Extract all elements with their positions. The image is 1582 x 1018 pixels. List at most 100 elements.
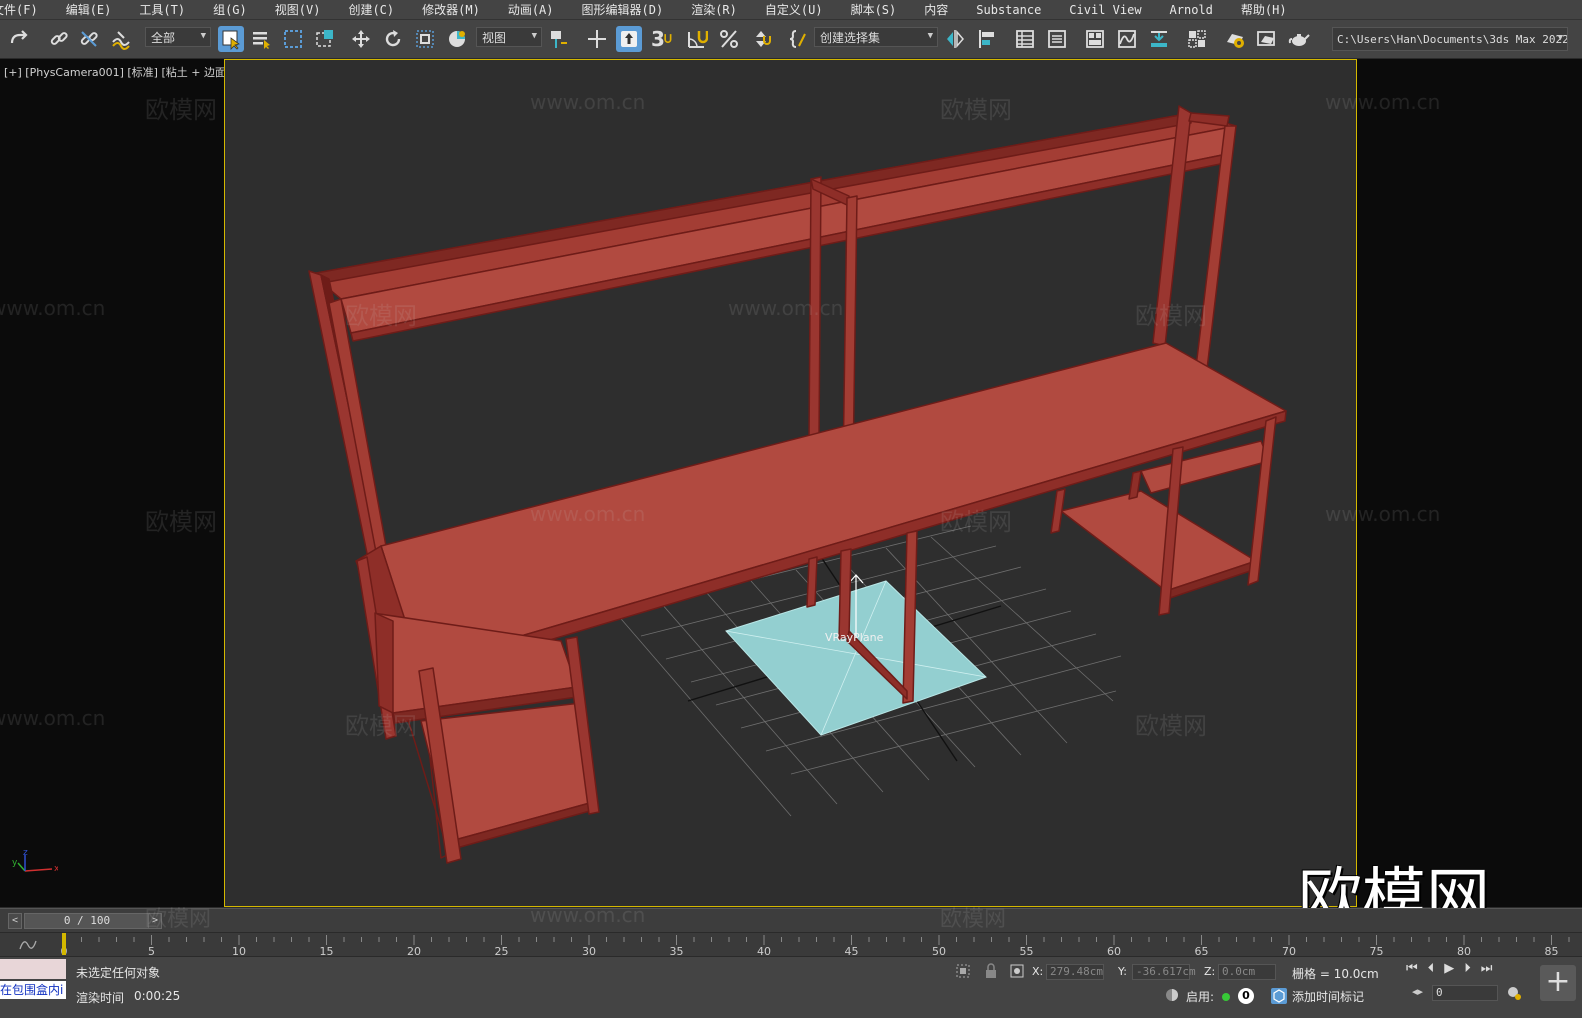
named-selection-dropdown[interactable]: 创建选择集 ▼: [814, 27, 938, 47]
y-coordinate-field[interactable]: -36.617cm: [1132, 964, 1196, 980]
menu-customize[interactable]: 自定义(U): [751, 1, 837, 18]
scene-canvas[interactable]: VRayPlane: [225, 60, 1357, 907]
add-time-tag[interactable]: 添加时间标记: [1292, 988, 1364, 1005]
redo-button[interactable]: [6, 26, 32, 52]
y-coordinate-label: Y:: [1118, 965, 1127, 978]
main-toolbar: 全部 ▼ 视图 ▼ 3 创建选择集 ▼ C:\Users\Han\Documen…: [0, 20, 1582, 59]
menu-graph-editors[interactable]: 图形编辑器(D): [568, 1, 678, 18]
menu-group[interactable]: 组(G): [199, 1, 261, 18]
adaptive-degradation-icon[interactable]: [1164, 987, 1180, 1003]
next-frame-button[interactable]: >: [148, 913, 162, 929]
window-crossing-icon: [316, 30, 333, 47]
menu-civil-view[interactable]: Civil View: [1055, 3, 1155, 17]
select-by-name-button[interactable]: [248, 26, 274, 52]
window-crossing-button[interactable]: [312, 26, 338, 52]
scale-button[interactable]: [412, 26, 438, 52]
time-cursor[interactable]: [62, 933, 66, 955]
go-to-end-icon[interactable]: ⏭: [1481, 961, 1503, 976]
time-slider[interactable]: 0 / 100: [24, 913, 150, 929]
lock-icon[interactable]: [983, 963, 999, 979]
rectangular-selection-button[interactable]: [280, 26, 306, 52]
chevron-down-icon: ▼: [531, 31, 537, 41]
previous-key-icon[interactable]: ⏴: [1428, 961, 1445, 976]
go-to-start-icon[interactable]: ⏮: [1406, 961, 1428, 976]
isolate-selection-icon[interactable]: [955, 963, 971, 979]
keyboard-shortcut-override-button[interactable]: [616, 26, 642, 52]
rotate-button[interactable]: [380, 26, 406, 52]
spinner-snap-button[interactable]: [748, 26, 774, 52]
align-button[interactable]: [974, 26, 1000, 52]
menu-create[interactable]: 创建(C): [334, 1, 408, 18]
unlink-button[interactable]: [76, 26, 102, 52]
desk-model[interactable]: [308, 105, 1287, 864]
select-manipulate-button[interactable]: [584, 26, 610, 52]
selection-status: 未选定任何对象: [76, 966, 161, 980]
edit-named-selection-button[interactable]: [786, 26, 812, 52]
toggle-ribbon-button[interactable]: [1082, 26, 1108, 52]
ribbon-icon: [1086, 30, 1104, 48]
toggle-layer-explorer-button[interactable]: [1044, 26, 1070, 52]
material-editor-button[interactable]: [1184, 26, 1210, 52]
menu-file[interactable]: 文件(F): [0, 1, 52, 18]
time-slider-frame: 0 / 100: [63, 914, 111, 927]
maxscript-mini-listener[interactable]: 在包围盒内i: [0, 981, 66, 999]
curve-editor-button[interactable]: [1114, 26, 1140, 52]
material-editor-icon: [1188, 30, 1206, 48]
table-icon: [1016, 30, 1034, 48]
menu-content[interactable]: 内容: [910, 1, 962, 18]
menu-arnold[interactable]: Arnold: [1156, 3, 1227, 17]
menu-rendering[interactable]: 渲染(R): [677, 1, 751, 18]
enable-count-badge[interactable]: 0: [1238, 988, 1254, 1004]
menu-scripting[interactable]: 脚本(S): [837, 1, 911, 18]
maxscript-listener-top[interactable]: [0, 959, 66, 979]
axis-z-label: z: [23, 849, 28, 858]
axis-x-label: x: [54, 864, 58, 874]
place-button[interactable]: [444, 26, 470, 52]
perspective-viewport[interactable]: VRayPlane: [224, 59, 1357, 907]
snaps-toggle-button[interactable]: 3: [650, 26, 676, 52]
toggle-scene-explorer-button[interactable]: [1012, 26, 1038, 52]
add-button[interactable]: +: [1540, 965, 1576, 1001]
project-path-dropdown[interactable]: C:\Users\Han\Documents\3ds Max 2022 ▼: [1332, 27, 1568, 51]
menu-edit[interactable]: 编辑(E): [52, 1, 126, 18]
percent-snap-button[interactable]: [716, 26, 742, 52]
grid-size-display: 栅格 = 10.0cm: [1292, 967, 1379, 981]
play-icon[interactable]: ▶: [1444, 961, 1464, 976]
menu-animation[interactable]: 动画(A): [494, 1, 568, 18]
move-button[interactable]: [348, 26, 374, 52]
unlink-icon: [80, 31, 98, 47]
track-bar[interactable]: 0510152025303540455055606570758085: [0, 932, 1582, 957]
bind-spacewarp-button[interactable]: [108, 26, 134, 52]
angle-snap-button[interactable]: [684, 26, 710, 52]
absolute-mode-icon[interactable]: [1009, 963, 1025, 979]
viewport-label[interactable]: [+] [PhysCamera001] [标准] [粘土 + 边面]: [4, 64, 230, 80]
menu-modifiers[interactable]: 修改器(M): [408, 1, 494, 18]
select-object-button[interactable]: [218, 26, 244, 52]
rendered-frame-window-button[interactable]: [1254, 26, 1280, 52]
link-button[interactable]: [46, 26, 72, 52]
z-coordinate-field[interactable]: 0.0cm: [1218, 964, 1276, 980]
plus-icon: +: [1545, 964, 1571, 999]
current-frame-field[interactable]: 0: [1432, 985, 1498, 1001]
mirror-button[interactable]: [942, 26, 968, 52]
menu-tools[interactable]: 工具(T): [125, 1, 199, 18]
enable-label: 启用:: [1186, 990, 1215, 1004]
pivot-center-button[interactable]: [546, 26, 572, 52]
percent-icon: [720, 30, 738, 48]
menu-substance[interactable]: Substance: [962, 3, 1055, 17]
menu-help[interactable]: 帮助(H): [1227, 1, 1301, 18]
key-mode-toggle-icon[interactable]: ◂▸: [1412, 985, 1423, 998]
redo-icon: [10, 30, 28, 44]
render-production-button[interactable]: [1286, 26, 1312, 52]
axis-y-label: y: [12, 858, 18, 868]
selection-filter-dropdown[interactable]: 全部 ▼: [145, 27, 211, 47]
next-key-icon[interactable]: ⏵: [1464, 961, 1481, 976]
x-coordinate-field[interactable]: 279.48cm: [1046, 964, 1104, 980]
reference-coordinate-dropdown[interactable]: 视图 ▼: [476, 27, 542, 47]
menu-views[interactable]: 视图(V): [261, 1, 335, 18]
previous-frame-button[interactable]: <: [8, 913, 22, 929]
time-configuration-icon[interactable]: [1506, 985, 1522, 1001]
schematic-view-button[interactable]: [1146, 26, 1172, 52]
render-setup-button[interactable]: [1222, 26, 1248, 52]
time-tag-icon[interactable]: [1270, 987, 1288, 1005]
